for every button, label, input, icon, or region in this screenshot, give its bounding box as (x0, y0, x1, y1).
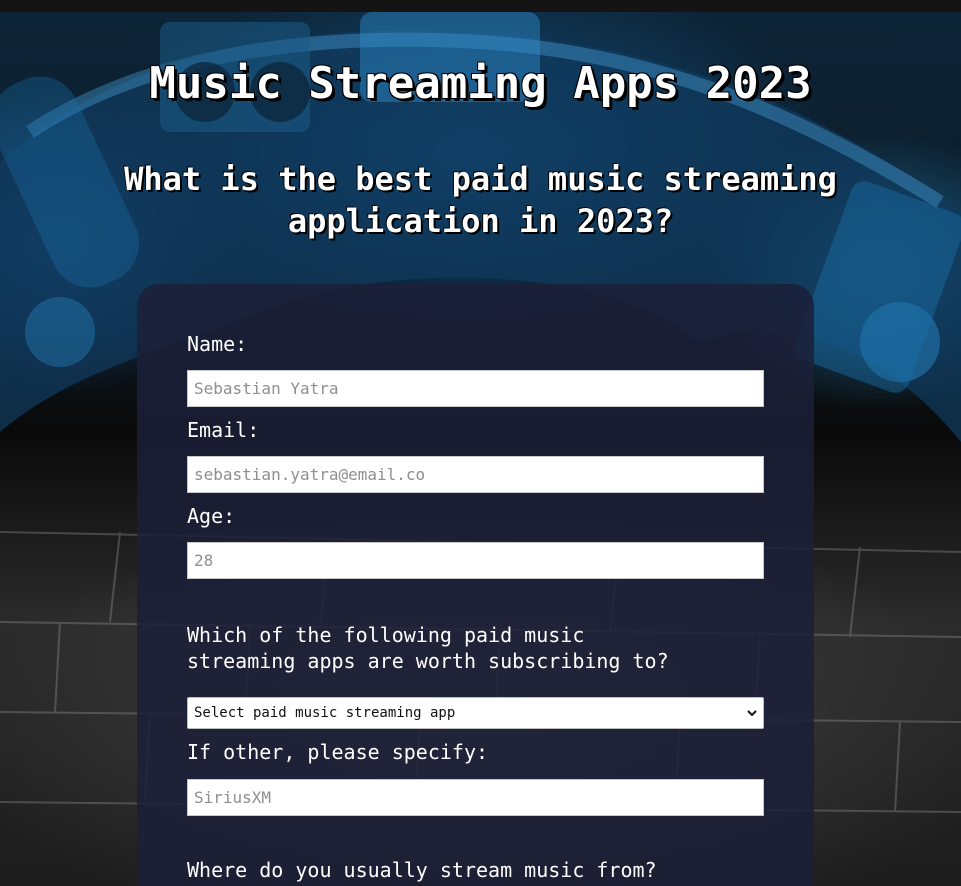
other-label: If other, please specify: (187, 740, 489, 764)
page-subtitle: What is the best paid music streaming ap… (124, 160, 837, 240)
page-title: Music Streaming Apps 2023 (149, 58, 812, 109)
age-label: Age: (187, 504, 236, 528)
browser-top-strip (0, 0, 961, 12)
apps-question-line-1: Which of the following paid music (187, 623, 585, 647)
email-input[interactable] (187, 456, 764, 493)
age-input[interactable] (187, 542, 764, 579)
stream-source-question: Where do you usually stream music from? (187, 858, 657, 882)
other-input[interactable] (187, 779, 764, 816)
apps-question-line-2: streaming apps are worth subscribing to? (187, 649, 669, 673)
name-input[interactable] (187, 370, 764, 407)
streaming-app-select-value: Select paid music streaming app (194, 705, 456, 721)
streaming-app-select[interactable]: Select paid music streaming app (187, 697, 764, 729)
chevron-down-icon (747, 710, 757, 717)
email-label: Email: (187, 418, 260, 442)
name-label: Name: (187, 332, 248, 356)
